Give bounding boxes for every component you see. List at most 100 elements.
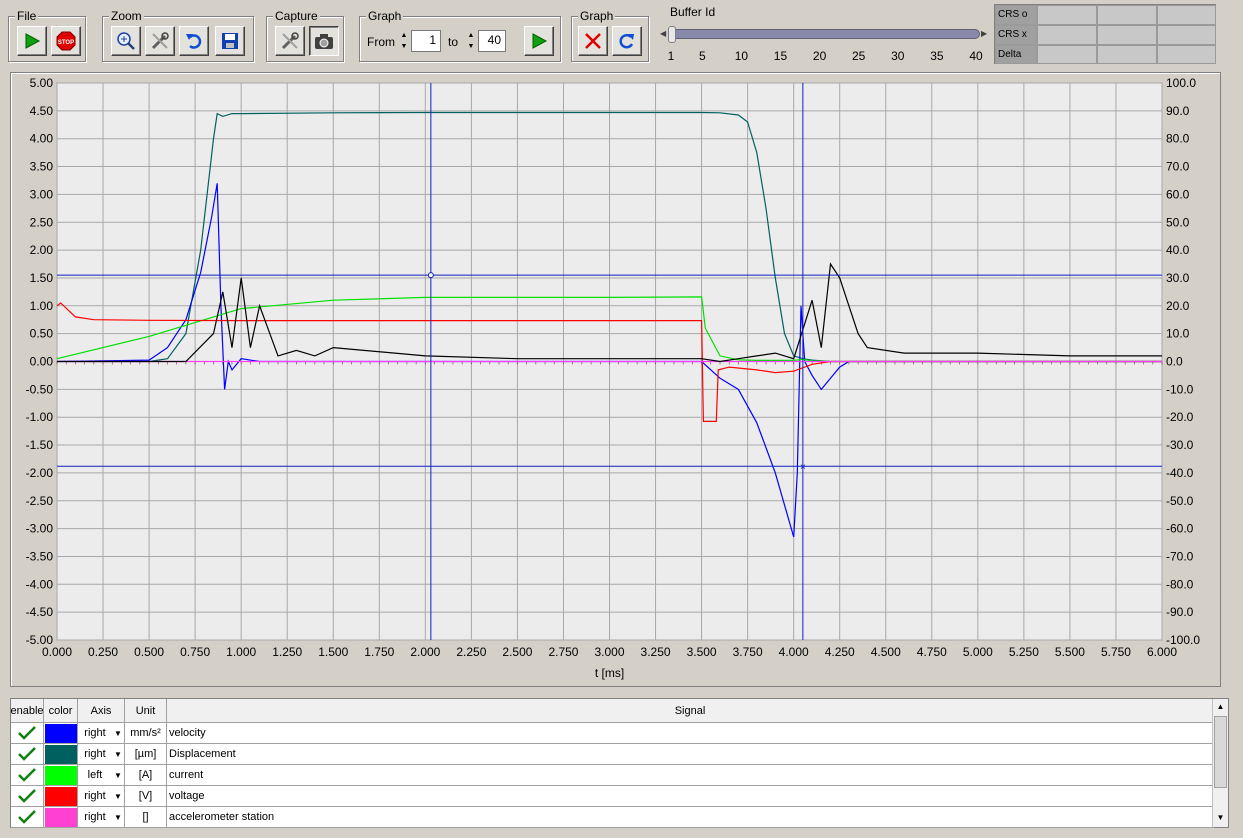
header-color[interactable]: color — [44, 699, 78, 723]
y-left-tick-label: -3.00 — [26, 522, 54, 536]
from-up-arrow-icon[interactable]: ▲ — [399, 30, 409, 41]
unit-cell[interactable]: [µm] — [125, 744, 167, 765]
cursor-table: CRS o CRS x Delta — [994, 4, 1216, 64]
scroll-up-icon[interactable]: ▲ — [1213, 699, 1228, 715]
table-scrollbar[interactable]: ▲ ▼ — [1212, 699, 1228, 827]
signal-chart[interactable]: 0.000 0.250 0.500 0.750 1.000 1.250 1.500 1.750… — [11, 73, 1222, 688]
unit-cell[interactable]: mm/s² — [125, 723, 167, 744]
unit-cell[interactable]: [A] — [125, 765, 167, 786]
x-tick-label: 0.750 — [180, 645, 210, 659]
axis-select[interactable]: right ▼ — [78, 786, 125, 807]
color-swatch[interactable] — [44, 786, 78, 807]
enable-checkbox[interactable] — [11, 786, 44, 807]
x-tick-label: 0.250 — [88, 645, 118, 659]
refresh-graph-button[interactable] — [612, 26, 642, 56]
table-row[interactable]: right ▼ mm/s² velocity — [11, 723, 1214, 744]
signal-name-cell[interactable]: velocity — [167, 723, 1214, 744]
signal-name-cell[interactable]: current — [167, 765, 1214, 786]
y-right-tick-label: 100.0 — [1166, 76, 1196, 90]
scroll-down-icon[interactable]: ▼ — [1213, 810, 1228, 826]
unit-cell[interactable]: [] — [125, 807, 167, 828]
zoom-in-button[interactable] — [111, 26, 141, 56]
color-swatch[interactable] — [44, 744, 78, 765]
header-enable[interactable]: enable — [10, 699, 44, 723]
y-left-tick-label: -4.00 — [26, 577, 54, 591]
chevron-down-icon[interactable]: ▼ — [112, 813, 124, 822]
axis-select[interactable]: left ▼ — [78, 765, 125, 786]
slider-track[interactable] — [670, 29, 980, 39]
graph-run-button[interactable] — [524, 26, 554, 56]
from-input[interactable]: 1 — [411, 30, 441, 52]
signal-name: Displacement — [169, 748, 236, 760]
color-fill — [45, 807, 77, 827]
color-swatch[interactable] — [44, 723, 78, 744]
y-left-tick-label: 2.50 — [30, 215, 54, 229]
header-axis[interactable]: Axis — [78, 699, 125, 723]
undo-zoom-button[interactable] — [179, 26, 209, 56]
signal-name-cell[interactable]: accelerometer station — [167, 807, 1214, 828]
enable-checkbox[interactable] — [11, 807, 44, 828]
chevron-down-icon[interactable]: ▼ — [112, 750, 124, 759]
floppy-disk-icon — [222, 33, 238, 49]
buffer-id-slider[interactable]: ◀ ▶ — [660, 26, 990, 44]
axis-select[interactable]: right ▼ — [78, 807, 125, 828]
cursor-o-value-1 — [1037, 5, 1097, 25]
save-button[interactable] — [215, 26, 245, 56]
color-swatch[interactable] — [44, 807, 78, 828]
from-down-arrow-icon[interactable]: ▼ — [399, 41, 409, 52]
to-up-arrow-icon[interactable]: ▲ — [466, 30, 476, 41]
y-right-tick-label: -40.0 — [1166, 466, 1194, 480]
color-fill — [45, 786, 77, 806]
x-tick-label: 4.500 — [871, 645, 901, 659]
run-button[interactable] — [17, 26, 47, 56]
y-left-tick-label: 4.50 — [30, 104, 54, 118]
camera-button[interactable] — [309, 26, 339, 56]
buffer-tick-labels: 1 5 10 15 20 25 30 35 40 — [660, 49, 990, 65]
scroll-thumb[interactable] — [1214, 716, 1227, 788]
y-right-tick-label: 30.0 — [1166, 271, 1190, 285]
enable-checkbox[interactable] — [11, 744, 44, 765]
axis-select[interactable]: right ▼ — [78, 723, 125, 744]
y-right-tick-label: -20.0 — [1166, 410, 1194, 424]
table-row[interactable]: right ▼ [µm] Displacement — [11, 744, 1214, 765]
y-right-tick-label: 60.0 — [1166, 187, 1190, 201]
axis-select[interactable]: right ▼ — [78, 744, 125, 765]
chevron-down-icon[interactable]: ▼ — [112, 729, 124, 738]
enable-checkbox[interactable] — [11, 723, 44, 744]
chevron-down-icon[interactable]: ▼ — [112, 792, 124, 801]
signal-name: voltage — [169, 790, 205, 802]
unit-cell[interactable]: [V] — [125, 786, 167, 807]
signal-name-cell[interactable]: voltage — [167, 786, 1214, 807]
color-swatch[interactable] — [44, 765, 78, 786]
red-x-icon — [585, 33, 601, 49]
table-row[interactable]: left ▼ [A] current — [11, 765, 1214, 786]
chevron-down-icon[interactable]: ▼ — [112, 771, 124, 780]
y-right-tick-label: -70.0 — [1166, 549, 1194, 563]
from-stepper[interactable]: ▲ ▼ — [399, 30, 409, 52]
undo-icon — [186, 34, 202, 49]
to-stepper[interactable]: ▲ ▼ — [466, 30, 476, 52]
cursor-row-o-label: CRS o — [995, 5, 1037, 25]
enable-checkbox[interactable] — [11, 765, 44, 786]
to-input[interactable]: 40 — [478, 30, 506, 52]
signal-name-cell[interactable]: Displacement — [167, 744, 1214, 765]
slider-thumb[interactable] — [668, 26, 676, 43]
x-tick-label: 5.500 — [1055, 645, 1085, 659]
x-tick-label: 3.250 — [641, 645, 671, 659]
y-left-tick-label: -0.50 — [26, 382, 54, 396]
cursor-x-marker: × — [800, 462, 806, 473]
capture-settings-button[interactable] — [275, 26, 305, 56]
table-row[interactable]: right ▼ [] accelerometer station — [11, 807, 1214, 828]
header-unit[interactable]: Unit — [125, 699, 167, 723]
stop-button[interactable]: STOP — [51, 26, 81, 56]
table-row[interactable]: right ▼ [V] voltage — [11, 786, 1214, 807]
y-right-tick-label: 80.0 — [1166, 132, 1190, 146]
checkmark-icon — [18, 810, 36, 824]
to-down-arrow-icon[interactable]: ▼ — [466, 41, 476, 52]
header-signal[interactable]: Signal — [167, 699, 1214, 723]
y-right-tick-label: -10.0 — [1166, 382, 1194, 396]
zoom-tools-button[interactable] — [145, 26, 175, 56]
y-right-tick-label: 90.0 — [1166, 104, 1190, 118]
clear-graph-button[interactable] — [578, 26, 608, 56]
signal-name: current — [169, 769, 204, 781]
